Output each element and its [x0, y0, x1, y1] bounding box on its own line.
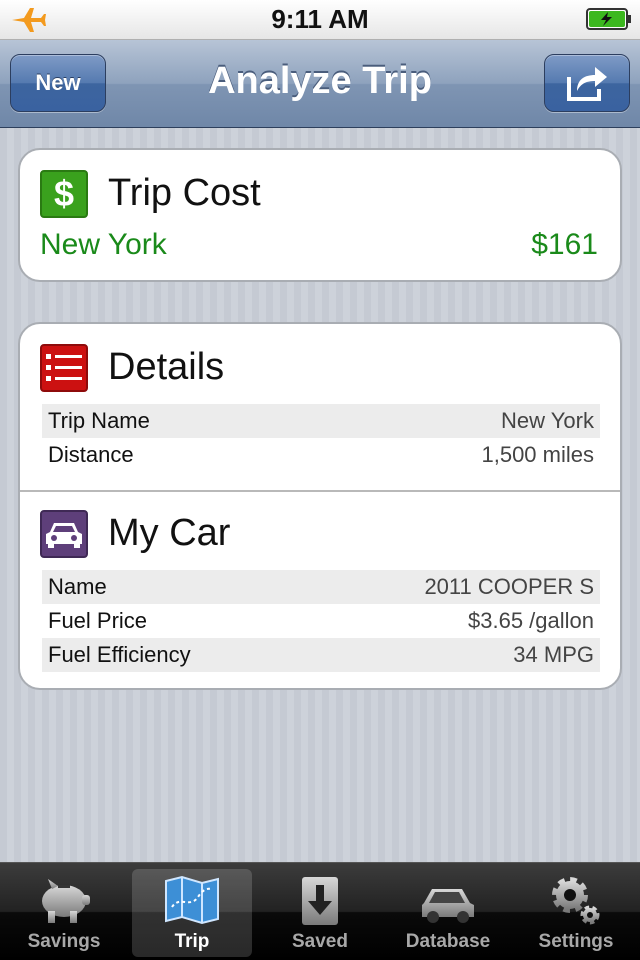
car-icon — [40, 510, 88, 558]
row-label: Trip Name — [48, 408, 150, 433]
distance-row[interactable]: Distance 1,500 miles — [42, 438, 600, 472]
list-icon — [40, 344, 88, 392]
tab-label: Savings — [27, 931, 101, 952]
row-label: Distance — [48, 442, 134, 467]
row-value: $3.65 /gallon — [468, 608, 594, 633]
details-title: Details — [108, 346, 225, 388]
gear-icon — [552, 877, 600, 925]
my-car-title: My Car — [108, 512, 231, 554]
tab-label: Trip — [174, 931, 210, 952]
car-name-row[interactable]: Name 2011 COOPER S — [42, 570, 600, 604]
dollar-icon: $ — [40, 170, 88, 218]
share-button[interactable] — [544, 54, 630, 112]
trip-cost-city: New York — [40, 228, 167, 261]
tab-bar: Savings Trip Saved Database Settings — [0, 862, 640, 960]
piggy-bank-icon — [42, 879, 90, 923]
tab-database[interactable]: Database — [388, 869, 508, 957]
tab-trip[interactable]: Trip — [132, 869, 252, 957]
row-label: Fuel Price — [48, 608, 148, 633]
row-value: 34 MPG — [513, 642, 594, 667]
tab-label: Settings — [538, 931, 614, 952]
row-value: 2011 COOPER S — [424, 574, 594, 599]
tab-settings[interactable]: Settings — [516, 869, 636, 957]
download-icon — [302, 877, 338, 925]
fuel-price-row[interactable]: Fuel Price $3.65 /gallon — [42, 604, 600, 638]
tab-savings[interactable]: Savings — [4, 869, 124, 957]
tab-label: Saved — [292, 931, 348, 952]
row-label: Fuel Efficiency — [48, 642, 191, 667]
trip-cost-card: $ Trip Cost New York $161 — [18, 148, 622, 282]
status-bar: 9:11 AM — [0, 0, 640, 40]
car-icon — [422, 889, 474, 923]
tab-saved[interactable]: Saved — [260, 869, 380, 957]
tab-label: Database — [405, 931, 491, 952]
section-divider — [20, 490, 620, 492]
navigation-bar: New Analyze Trip — [0, 40, 640, 128]
share-icon — [567, 67, 607, 101]
trip-cost-amount: $161 — [531, 228, 598, 261]
battery-icon — [586, 8, 631, 30]
status-time: 9:11 AM — [271, 4, 369, 34]
map-icon — [165, 875, 219, 925]
details-card: Details Trip Name New York Distance 1,50… — [18, 322, 622, 690]
trip-name-row[interactable]: Trip Name New York — [42, 404, 600, 438]
trip-cost-title: Trip Cost — [108, 172, 261, 214]
row-label: Name — [48, 574, 107, 599]
row-value: 1,500 miles — [481, 442, 594, 467]
row-value: New York — [501, 408, 594, 433]
fuel-efficiency-row[interactable]: Fuel Efficiency 34 MPG — [42, 638, 600, 672]
